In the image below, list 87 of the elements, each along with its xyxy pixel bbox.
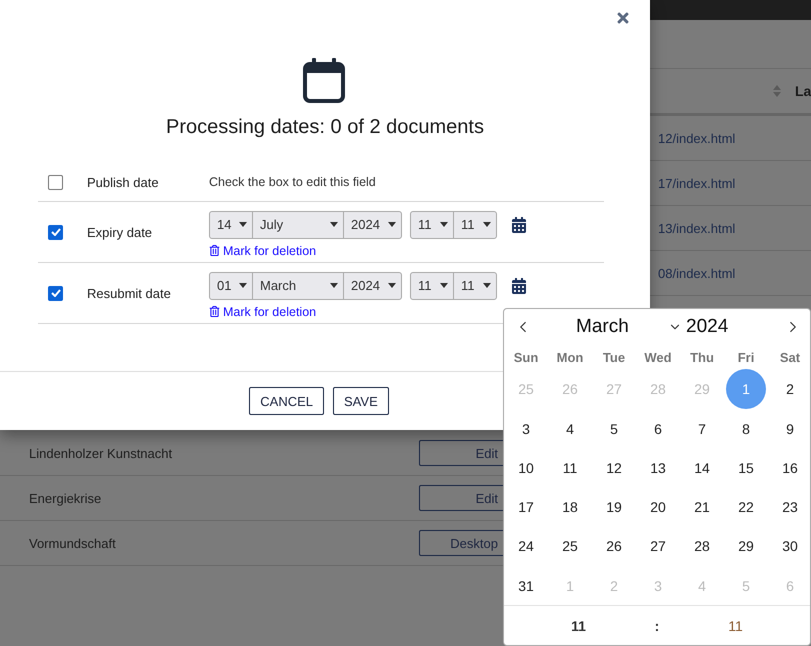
calendar-icon [511,216,527,232]
cancel-button[interactable]: CANCEL [249,387,324,415]
weekday-label: Mon [556,349,584,368]
field-label: Expiry date [87,224,154,240]
hour-value[interactable]: 11 [504,618,654,634]
close-icon [615,10,631,26]
weekday-label: Sun [512,349,540,368]
calendar-day[interactable]: 10 [506,448,546,488]
caret-icon [440,222,448,227]
trash-icon [209,306,220,317]
field-label: Publish date [87,174,160,190]
calendar-day[interactable]: 13 [638,448,678,488]
document-name: Lindenholzer Kunstnacht [28,446,174,460]
month-select[interactable]: March [252,272,344,300]
day-select[interactable]: 01 [209,272,253,300]
checkbox[interactable] [48,174,63,190]
hour-select[interactable]: 11 [410,272,454,300]
calendar-icon [302,56,346,104]
field-label: Resubmit date [87,286,172,300]
calendar-button[interactable] [511,278,527,294]
caret-icon [239,283,247,288]
calendar-day[interactable]: 27 [638,526,678,566]
column-header[interactable]: La [795,83,811,99]
year-field[interactable]: 2024 [686,316,784,338]
save-button[interactable]: SAVE [333,387,389,415]
caret-icon [483,222,491,227]
caret-icon [440,283,448,288]
document-name: Vormundschaft [28,536,117,550]
calendar-day[interactable]: 15 [726,448,766,488]
calendar-day[interactable]: 22 [726,487,766,528]
minute-select[interactable]: 11 [453,210,497,238]
caret-icon [330,283,338,288]
calendar-day[interactable]: 14 [682,448,722,488]
checkbox[interactable] [48,286,63,300]
mark-for-deletion-link[interactable]: Mark for deletion [209,244,316,258]
calendar-day[interactable]: 23 [770,487,810,528]
calendar-day[interactable]: 21 [682,487,722,528]
caret-icon [388,283,396,288]
year-select[interactable]: 2024 [343,272,402,300]
minute-select[interactable]: 11 [453,272,497,300]
document-name: Energiekrise [28,490,102,506]
hour-select[interactable]: 11 [410,210,454,238]
calendar-icon [511,278,527,294]
month-dropdown[interactable]: March [576,316,668,338]
calendar-day[interactable]: 29 [726,526,766,566]
caret-icon [483,283,491,288]
caret-icon [388,222,396,227]
weekday-label: Wed [643,349,673,368]
calendar-day[interactable]: 31 [506,566,546,606]
calendar-day[interactable]: 2 [770,369,810,410]
calendar-day[interactable]: 11 [550,448,590,488]
calendar-day[interactable]: 5 [594,408,634,449]
calendar-day[interactable]: 25 [550,526,590,566]
calendar-day[interactable]: 28 [682,526,722,566]
calendar-day[interactable]: 4 [550,408,590,449]
calendar-day[interactable]: 12 [594,448,634,488]
mark-for-deletion-link[interactable]: Mark for deletion [209,304,316,318]
calendar-day[interactable]: 9 [770,408,810,449]
calendar-button[interactable] [511,216,527,232]
month-select[interactable]: July [252,210,344,238]
calendar-day[interactable]: 24 [506,526,546,566]
time-separator: : [654,618,660,634]
weekday-label: Thu [689,349,715,368]
calendar-day[interactable]: 19 [594,487,634,528]
calendar-day[interactable]: 8 [726,408,766,449]
calendar-day[interactable]: 16 [770,448,810,488]
hint-text: Check the box to edit this field [209,175,376,189]
calendar-day[interactable]: 26 [594,526,634,566]
calendar-day[interactable]: 20 [638,487,678,528]
calendar-day[interactable]: 18 [550,487,590,528]
year-select[interactable]: 2024 [343,210,402,238]
caret-icon [330,222,338,227]
calendar-day[interactable]: 30 [770,526,810,566]
day-select[interactable]: 14 [209,210,253,238]
calendar-day[interactable]: 7 [682,408,722,449]
calendar-day[interactable]: 17 [506,487,546,528]
calendar-day[interactable]: 6 [638,408,678,449]
checkbox[interactable] [48,224,63,240]
caret-icon [239,222,247,227]
close-button[interactable] [615,10,631,26]
trash-icon [209,245,220,256]
weekday-label: Sat [778,349,802,368]
weekday-label: Tue [602,349,626,368]
dialog-title: Processing dates: 0 of 2 documents [165,116,485,139]
calendar-day[interactable]: 3 [506,408,546,449]
minute-value[interactable]: 11 [660,618,810,634]
weekday-label: Fri [736,349,756,368]
